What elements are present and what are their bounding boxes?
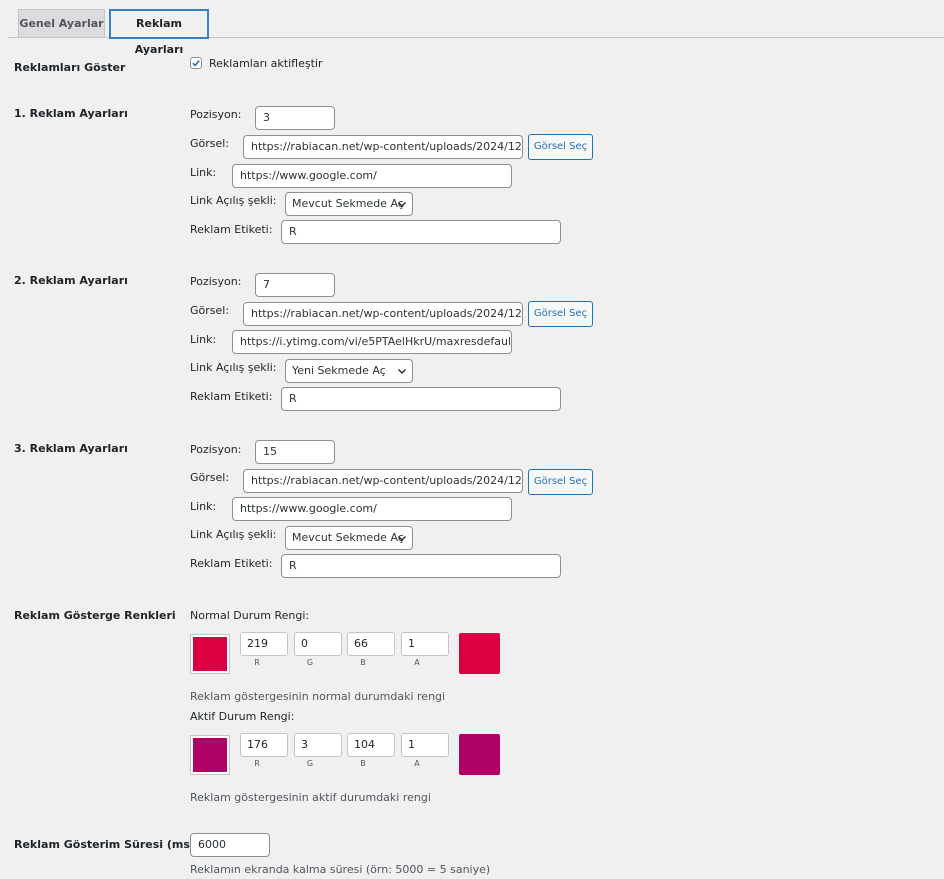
- tab-bar: Genel Ayarlar Reklam Ayarları: [0, 0, 944, 56]
- ad-3-image-label: Görsel:: [190, 471, 230, 484]
- normal-a-caption: A: [414, 658, 420, 667]
- ad-3-link-input[interactable]: https://www.google.com/: [232, 497, 512, 521]
- normal-color-a-input[interactable]: 1: [401, 632, 449, 656]
- ad-3-position-label: Pozisyon:: [190, 443, 242, 456]
- ad-3-select-image-button[interactable]: Görsel Seç: [528, 469, 593, 495]
- normal-color-picker[interactable]: [190, 634, 230, 674]
- active-color-picker[interactable]: [190, 735, 230, 775]
- ad-1-link-label: Link:: [190, 166, 217, 179]
- indicator-colors-label: Reklam Gösterge Renkleri: [14, 609, 176, 622]
- normal-r-caption: R: [254, 658, 260, 667]
- ad-1-select-image-button[interactable]: Görsel Seç: [528, 134, 593, 160]
- active-color-g-input[interactable]: 3: [294, 733, 342, 757]
- show-ads-checkbox[interactable]: [190, 57, 202, 69]
- ad-2-link-input[interactable]: https://i.ytimg.com/vi/e5PTAelHkrU/maxre…: [232, 330, 512, 354]
- display-duration-label: Reklam Gösterim Süresi (ms): [14, 838, 195, 851]
- ad-2-link-label: Link:: [190, 333, 217, 346]
- active-g-caption: G: [306, 759, 314, 768]
- normal-b-caption: B: [360, 658, 366, 667]
- ad-3-image-input[interactable]: https://rabiacan.net/wp-content/uploads/…: [243, 469, 523, 493]
- active-color-a-input[interactable]: 1: [401, 733, 449, 757]
- active-color-b-input[interactable]: 104: [347, 733, 395, 757]
- ad-1-section-title: 1. Reklam Ayarları: [14, 107, 128, 120]
- ad-1-open-mode-value: Mevcut Sekmede Aç: [292, 197, 404, 210]
- active-color-preview: [459, 734, 500, 775]
- ad-1-position-input[interactable]: 3: [255, 106, 335, 130]
- normal-g-caption: G: [306, 658, 314, 667]
- ad-1-image-label: Görsel:: [190, 137, 230, 150]
- ad-2-position-input[interactable]: 7: [255, 273, 335, 297]
- chevron-down-icon: [398, 202, 406, 207]
- ad-1-tag-input[interactable]: R: [281, 220, 561, 244]
- active-color-title: Aktif Durum Rengi:: [190, 710, 295, 723]
- ad-3-link-label: Link:: [190, 500, 217, 513]
- ad-1-position-label: Pozisyon:: [190, 108, 242, 121]
- ad-1-link-input[interactable]: https://www.google.com/: [232, 164, 512, 188]
- show-ads-label: Reklamları Göster: [14, 61, 126, 74]
- active-color-swatch-fill: [193, 738, 227, 772]
- normal-color-swatch-fill: [193, 637, 227, 671]
- active-b-caption: B: [360, 759, 366, 768]
- ad-3-tag-label: Reklam Etiketi:: [190, 557, 273, 570]
- tab-reklam-ayarlari[interactable]: Reklam Ayarları: [109, 9, 209, 56]
- ad-2-section-title: 2. Reklam Ayarları: [14, 274, 128, 287]
- ad-3-position-input[interactable]: 15: [255, 440, 335, 464]
- ad-1-open-mode-select[interactable]: Mevcut Sekmede Aç: [285, 192, 413, 216]
- ad-2-open-mode-label: Link Açılış şekli:: [190, 361, 277, 374]
- show-ads-checkbox-label: Reklamları aktifleştir: [209, 57, 323, 70]
- active-color-description: Reklam göstergesinin aktif durumdaki ren…: [190, 791, 431, 804]
- ad-2-position-label: Pozisyon:: [190, 275, 242, 288]
- tab-genel-ayarlar[interactable]: Genel Ayarlar: [18, 9, 105, 37]
- ad-3-tag-input[interactable]: R: [281, 554, 561, 578]
- ad-2-image-label: Görsel:: [190, 304, 230, 317]
- normal-color-description: Reklam göstergesinin normal durumdaki re…: [190, 690, 446, 703]
- active-color-r-input[interactable]: 176: [240, 733, 288, 757]
- ad-3-open-mode-value: Mevcut Sekmede Aç: [292, 531, 404, 544]
- ad-2-open-mode-value: Yeni Sekmede Aç: [292, 364, 386, 377]
- ad-1-tag-label: Reklam Etiketi:: [190, 223, 273, 236]
- display-duration-input[interactable]: 6000: [190, 833, 270, 857]
- ad-2-image-input[interactable]: https://rabiacan.net/wp-content/uploads/…: [243, 302, 523, 326]
- ad-3-section-title: 3. Reklam Ayarları: [14, 442, 128, 455]
- ad-3-open-mode-select[interactable]: Mevcut Sekmede Aç: [285, 526, 413, 550]
- ad-2-tag-input[interactable]: R: [281, 387, 561, 411]
- ad-3-open-mode-label: Link Açılış şekli:: [190, 528, 277, 541]
- checkmark-icon: [192, 60, 200, 67]
- normal-color-preview: [459, 633, 500, 674]
- active-a-caption: A: [414, 759, 420, 768]
- normal-color-b-input[interactable]: 66: [347, 632, 395, 656]
- chevron-down-icon: [398, 369, 406, 374]
- normal-color-title: Normal Durum Rengi:: [190, 609, 310, 622]
- ad-1-open-mode-label: Link Açılış şekli:: [190, 194, 277, 207]
- normal-color-r-input[interactable]: 219: [240, 632, 288, 656]
- active-r-caption: R: [254, 759, 260, 768]
- ad-2-open-mode-select[interactable]: Yeni Sekmede Aç: [285, 359, 413, 383]
- normal-color-g-input[interactable]: 0: [294, 632, 342, 656]
- ad-2-select-image-button[interactable]: Görsel Seç: [528, 301, 593, 327]
- chevron-down-icon: [398, 536, 406, 541]
- ad-2-tag-label: Reklam Etiketi:: [190, 390, 273, 403]
- display-duration-description: Reklamın ekranda kalma süresi (örn: 5000…: [190, 863, 491, 876]
- ad-1-image-input[interactable]: https://rabiacan.net/wp-content/uploads/…: [243, 135, 523, 159]
